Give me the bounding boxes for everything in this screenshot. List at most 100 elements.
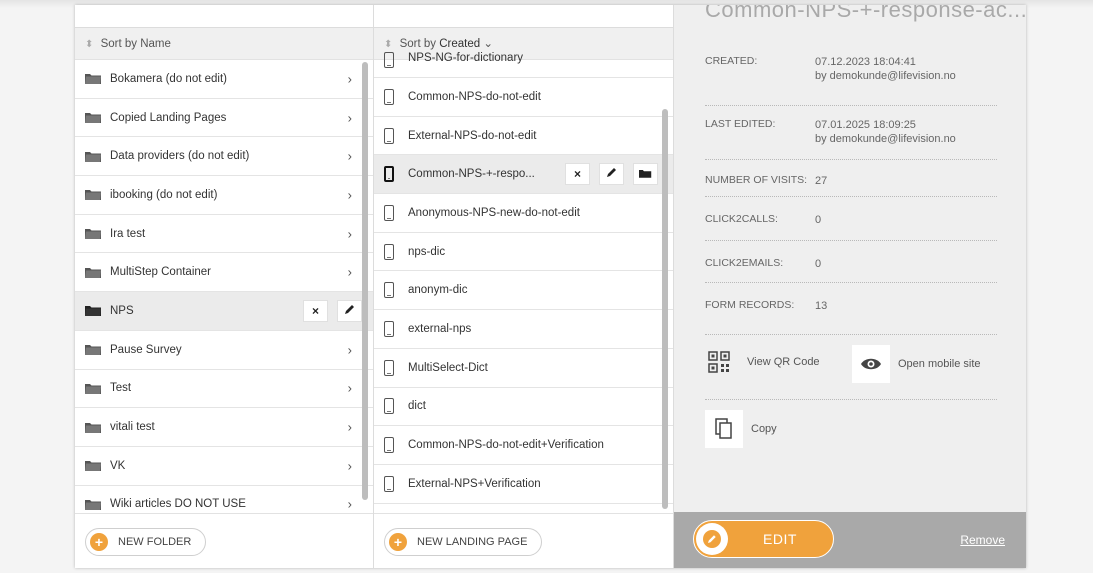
folder-item[interactable]: Ira test › — [75, 215, 373, 254]
landing-page-item[interactable]: Anonymous-NPS-new-do-not-edit — [374, 194, 673, 233]
qr-code-icon — [705, 343, 733, 381]
mobile-phone-icon — [384, 282, 394, 299]
landing-page-item[interactable]: Common-NPS-do-not-edit — [374, 78, 673, 117]
chevron-right-icon: › — [347, 496, 352, 512]
folder-item[interactable]: ibooking (do not edit) › — [75, 176, 373, 215]
landing-page-item-selected[interactable]: Common-NPS-+-respo... × — [374, 155, 673, 195]
chevron-right-icon: › — [347, 187, 352, 203]
landing-page-label: Common-NPS-+-respo... — [408, 168, 535, 181]
edit-label: EDIT — [763, 531, 797, 547]
open-mobile-site-button[interactable]: Open mobile site — [852, 345, 981, 383]
mobile-phone-icon — [384, 475, 394, 492]
sort-arrows-icon: ⬍ — [384, 39, 393, 50]
created-label: CREATED: — [705, 55, 758, 67]
landing-page-label: MultiSelect-Dict — [408, 361, 488, 374]
sort-arrows-icon: ⬍ — [85, 39, 94, 50]
folders-scrollbar[interactable] — [362, 62, 368, 500]
landing-page-item[interactable]: nps-dic — [374, 233, 673, 272]
move-page-button[interactable] — [633, 163, 658, 186]
folder-label: Pause Survey — [110, 343, 182, 356]
chevron-right-icon: › — [347, 419, 352, 435]
edit-bar: EDIT Remove — [674, 512, 1026, 568]
copy-button[interactable]: Copy — [705, 410, 777, 448]
edit-page-button[interactable] — [599, 163, 624, 186]
form-records-row: FORM RECORDS: 13 — [705, 283, 997, 335]
landing-page-label: external-nps — [408, 322, 472, 335]
landing-page-item[interactable]: external-nps — [374, 310, 673, 349]
folder-open-icon — [85, 305, 102, 317]
remove-link[interactable]: Remove — [960, 533, 1005, 547]
last-edited-date: 07.01.2025 18:09:25 — [815, 119, 916, 131]
folder-label: VK — [110, 459, 126, 472]
view-qr-code-button[interactable]: View QR Code — [705, 343, 820, 381]
landing-page-item[interactable]: Common-NPS-do-not-edit+Verification — [374, 426, 673, 465]
landing-page-item[interactable]: External-NPS-do-not-edit — [374, 117, 673, 156]
form-records-label: FORM RECORDS: — [705, 299, 795, 311]
folder-label: Data providers (do not edit) — [110, 150, 250, 163]
folder-item[interactable]: Wiki articles DO NOT USE › — [75, 486, 373, 513]
pages-bottom-bar: + NEW LANDING PAGE — [374, 513, 673, 568]
landing-page-item[interactable]: MultiSelect-Dict — [374, 349, 673, 388]
folder-item[interactable]: vitali test › — [75, 408, 373, 447]
edit-button[interactable]: EDIT — [693, 520, 834, 558]
landing-page-item[interactable]: External-NPS+Verification — [374, 465, 673, 504]
folder-icon — [85, 383, 102, 394]
landing-page-list: NPS-NG-for-dictionary Common-NPS-do-not-… — [374, 50, 673, 513]
mobile-phone-icon — [384, 437, 394, 454]
chevron-right-icon: › — [347, 226, 352, 242]
created-date: 07.12.2023 18:04:41 — [815, 56, 916, 68]
folder-icon — [85, 422, 102, 433]
pencil-icon — [696, 523, 728, 555]
sort-by-name[interactable]: ⬍ Sort by Name — [75, 28, 373, 60]
created-by: by demokunde@lifevision.no — [815, 70, 956, 82]
chevron-right-icon: › — [347, 148, 352, 164]
landing-pages-column: ⬍ Sort by Created ⌄ NPS-NG-for-dictionar… — [374, 5, 674, 568]
mobile-phone-icon — [384, 243, 394, 260]
folder-item-selected[interactable]: NPS × — [75, 292, 373, 331]
pages-scrollbar[interactable] — [662, 109, 668, 509]
edit-folder-button[interactable] — [337, 299, 362, 322]
folder-item[interactable]: Pause Survey › — [75, 331, 373, 370]
click2emails-value: 0 — [815, 258, 822, 270]
new-landing-page-button[interactable]: + NEW LANDING PAGE — [384, 528, 543, 556]
folder-item[interactable]: VK › — [75, 447, 373, 486]
last-edited-row: LAST EDITED: 07.01.2025 18:09:25 by demo… — [705, 106, 997, 160]
details-panel: Common-NPS-+-response-ac... CREATED: 07.… — [674, 5, 1026, 568]
delete-page-button[interactable]: × — [565, 163, 590, 186]
sort-label: Sort by Name — [100, 38, 171, 50]
click2calls-row: CLICK2CALLS: 0 — [705, 197, 997, 241]
landing-page-item[interactable]: anonym-dic — [374, 271, 673, 311]
landing-page-label: Common-NPS-do-not-edit+Verification — [408, 439, 604, 452]
folder-item[interactable]: Copied Landing Pages › — [75, 99, 373, 138]
folders-column: ⬍ Sort by Name Bokamera (do not edit) › … — [75, 5, 374, 568]
chevron-right-icon: › — [347, 110, 352, 126]
landing-page-label: External-NPS+Verification — [408, 477, 541, 490]
landing-page-item[interactable]: NPS-NG-for-dictionary — [374, 50, 673, 78]
folder-icon — [85, 344, 102, 356]
landing-page-label: External-NPS-do-not-edit — [408, 129, 537, 142]
new-landing-page-label: NEW LANDING PAGE — [417, 536, 528, 548]
chevron-right-icon: › — [347, 458, 352, 474]
folder-icon — [85, 267, 102, 278]
click2emails-row: CLICK2EMAILS: 0 — [705, 241, 997, 283]
folder-label: MultiStep Container — [110, 266, 211, 279]
folder-item[interactable]: MultiStep Container › — [75, 253, 373, 293]
landing-page-label: nps-dic — [408, 245, 446, 258]
folder-item[interactable]: Data providers (do not edit) › — [75, 137, 373, 177]
folder-item[interactable]: Bokamera (do not edit) › — [75, 60, 373, 99]
landing-pages-manager: ⬍ Sort by Name Bokamera (do not edit) › … — [75, 5, 1026, 568]
folders-bottom-bar: + NEW FOLDER — [75, 513, 373, 568]
folder-icon — [85, 112, 102, 124]
landing-page-label: dict — [408, 400, 426, 413]
mobile-phone-icon — [384, 166, 394, 183]
visits-row: NUMBER OF VISITS: 27 — [705, 160, 997, 197]
folder-item[interactable]: Test › — [75, 370, 373, 409]
landing-page-item[interactable]: dict — [374, 388, 673, 427]
last-edited-by: by demokunde@lifevision.no — [815, 133, 956, 145]
click2calls-label: CLICK2CALLS: — [705, 213, 778, 225]
delete-folder-button[interactable]: × — [303, 299, 328, 322]
visits-label: NUMBER OF VISITS: — [705, 174, 808, 186]
new-folder-button[interactable]: + NEW FOLDER — [85, 528, 207, 556]
landing-page-label: Common-NPS-do-not-edit — [408, 90, 541, 103]
plus-icon: + — [389, 533, 407, 551]
